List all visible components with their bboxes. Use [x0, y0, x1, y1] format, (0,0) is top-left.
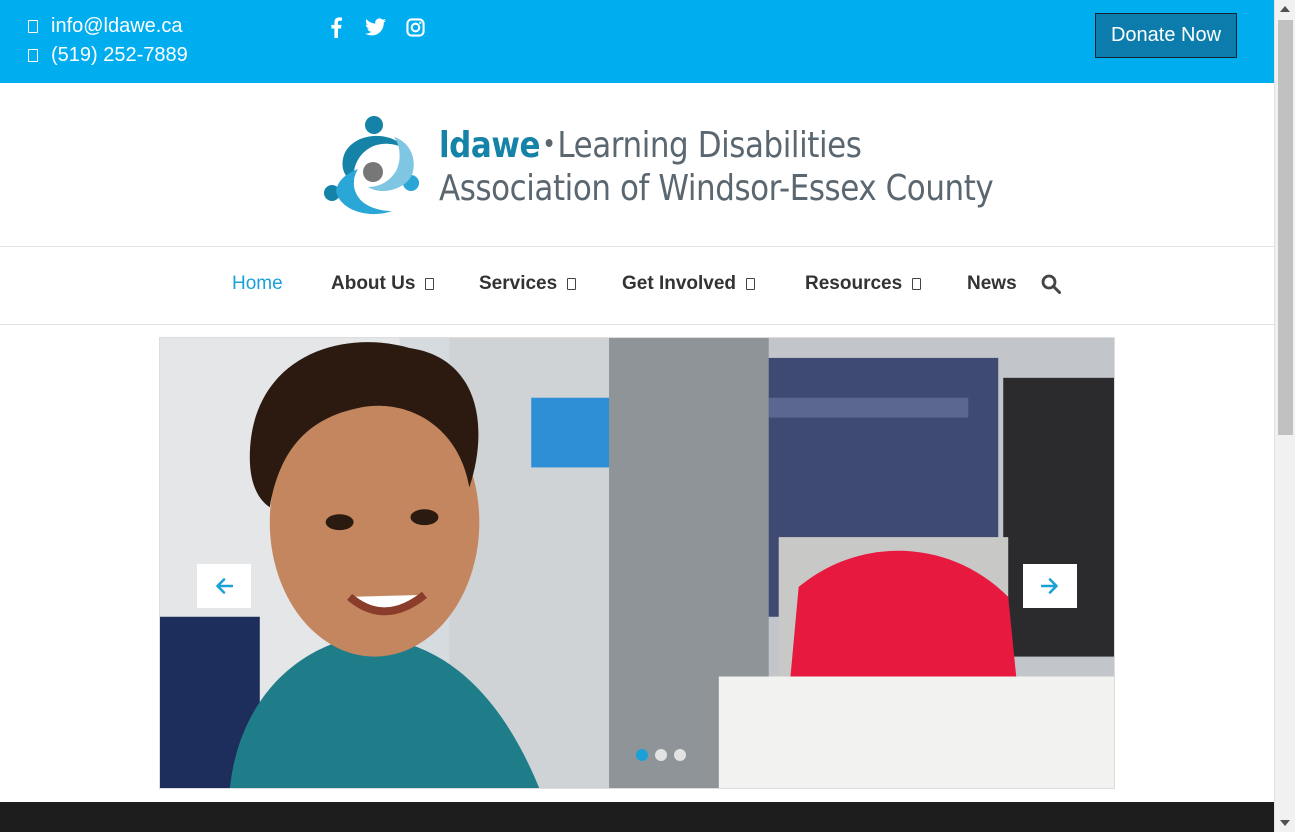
nav-home[interactable]: Home — [232, 273, 283, 295]
nav-resources[interactable]: Resources — [805, 273, 922, 295]
slider-dot-1[interactable] — [636, 749, 648, 761]
dropdown-icon[interactable] — [425, 278, 435, 290]
nav-services-label[interactable]: Services — [479, 273, 557, 295]
main-nav: Home About Us Services Get Involved Reso… — [0, 247, 1274, 325]
logo-title-line2: Association of Windsor-Essex County — [439, 168, 994, 209]
arrow-right-icon — [1041, 578, 1058, 594]
dropdown-icon[interactable] — [912, 278, 922, 290]
instagram-icon[interactable] — [405, 16, 425, 38]
hero-slider — [159, 337, 1115, 789]
nav-services[interactable]: Services — [479, 273, 577, 295]
logo-brand: ldawe — [439, 125, 541, 166]
slider-dot-3[interactable] — [674, 749, 686, 761]
search-icon[interactable] — [1041, 274, 1063, 296]
logo-separator-dot — [545, 139, 553, 147]
site-header: ldawe Learning Disabilities Association … — [0, 83, 1274, 247]
slider-dot-2[interactable] — [655, 749, 667, 761]
facebook-icon[interactable] — [329, 16, 343, 38]
arrow-left-icon — [216, 578, 233, 594]
scroll-down-icon[interactable] — [1280, 820, 1290, 826]
slide-photo — [160, 338, 1114, 788]
slider-prev-button[interactable] — [197, 564, 251, 608]
nav-get-involved-label[interactable]: Get Involved — [622, 273, 736, 295]
dark-section-strip — [0, 802, 1274, 832]
nav-resources-label[interactable]: Resources — [805, 273, 902, 295]
logo-title-line1: ldawe Learning Disabilities — [439, 125, 862, 166]
scroll-up-icon[interactable] — [1280, 6, 1290, 12]
top-bar: info@ldawe.ca (519) 252-7889 Donate Now — [0, 0, 1274, 83]
logo-line1-text: Learning Disabilities — [557, 125, 862, 166]
dropdown-icon[interactable] — [746, 278, 756, 290]
twitter-icon[interactable] — [364, 16, 386, 38]
nav-get-involved[interactable]: Get Involved — [622, 273, 756, 295]
nav-news[interactable]: News — [967, 273, 1017, 295]
phone-contact[interactable]: (519) 252-7889 — [28, 44, 188, 67]
slider-pagination — [636, 749, 686, 761]
phone-text[interactable]: (519) 252-7889 — [51, 44, 188, 67]
nav-about-us-label[interactable]: About Us — [331, 273, 415, 295]
slider-next-button[interactable] — [1023, 564, 1077, 608]
scrollbar-thumb[interactable] — [1278, 20, 1293, 435]
page-scrollbar[interactable] — [1274, 0, 1295, 832]
dropdown-icon[interactable] — [567, 278, 577, 290]
donate-now-button[interactable]: Donate Now — [1095, 13, 1237, 58]
nav-home-label[interactable]: Home — [232, 273, 283, 295]
envelope-icon — [28, 20, 38, 33]
email-text[interactable]: info@ldawe.ca — [51, 15, 182, 38]
nav-news-label[interactable]: News — [967, 273, 1017, 295]
phone-icon — [28, 49, 38, 62]
nav-about-us[interactable]: About Us — [331, 273, 435, 295]
email-contact[interactable]: info@ldawe.ca — [28, 15, 182, 38]
ldawe-logo-icon — [324, 116, 419, 215]
